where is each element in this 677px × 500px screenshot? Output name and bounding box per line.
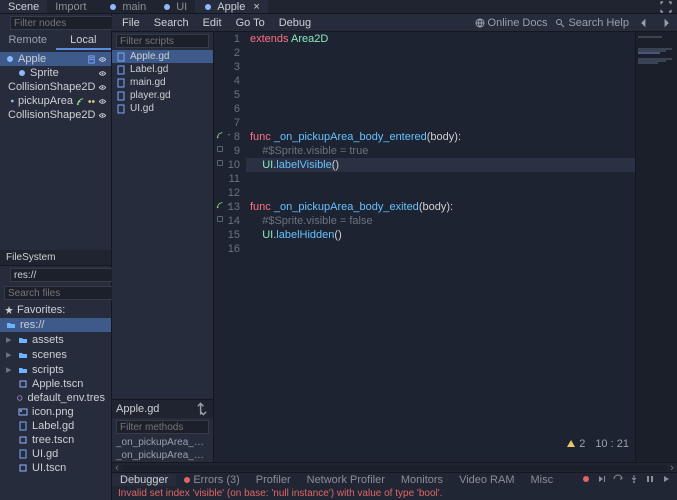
dock-tab-import[interactable]: Import xyxy=(47,0,94,13)
code-line[interactable]: 10 UI.labelVisible() xyxy=(214,158,635,172)
search-help-link[interactable]: Search Help xyxy=(555,17,629,29)
code-line[interactable]: 3 xyxy=(214,60,635,74)
tab-network[interactable]: Network Profiler xyxy=(299,474,393,486)
fs-item[interactable]: icon.png xyxy=(0,405,111,419)
fs-item[interactable]: default_env.tres xyxy=(0,391,111,405)
code-line[interactable]: 14 #$Sprite.visible = false xyxy=(214,214,635,228)
warnings-badge[interactable]: 2 xyxy=(566,438,585,450)
local-tab[interactable]: Local xyxy=(56,32,112,50)
tab-vram[interactable]: Video RAM xyxy=(451,474,522,486)
tree-node[interactable]: Sprite xyxy=(0,66,111,80)
method-item[interactable]: _on_pickupArea_body_entered xyxy=(112,436,213,449)
script-item[interactable]: UI.gd xyxy=(112,102,213,115)
fs-item[interactable]: ▸scenes xyxy=(0,347,111,362)
error-message: Invalid set index 'visible' (on base: 'n… xyxy=(112,487,677,500)
hscrollbar[interactable]: ‹ › xyxy=(112,462,677,472)
scene-tab[interactable]: main xyxy=(100,0,154,13)
open-scene-tabs: Scene Import mainUIApple × xyxy=(0,0,677,14)
script-item[interactable]: Apple.gd xyxy=(112,50,213,63)
online-docs-link[interactable]: Online Docs xyxy=(475,17,548,29)
filesystem-tab[interactable]: FileSystem xyxy=(0,250,111,266)
current-script-label: Apple.gd xyxy=(112,399,213,418)
script-list: Apple.gdLabel.gdmain.gdplayer.gdUI.gd xyxy=(112,50,213,115)
code-status: 2 10 : 21 xyxy=(566,438,629,450)
nav-back-icon[interactable] xyxy=(637,16,651,30)
skip-break-icon[interactable] xyxy=(597,474,607,487)
method-list: _on_pickupArea_body_entered_on_pickupAre… xyxy=(112,436,213,462)
dock-left-tabs: Scene Import xyxy=(0,0,94,13)
fs-item[interactable]: ▸scripts xyxy=(0,362,111,377)
code-editor[interactable]: 1extends Area2D2345678func _on_pickupAre… xyxy=(214,32,635,462)
code-line[interactable]: 16 xyxy=(214,242,635,256)
fs-item[interactable]: UI.tscn xyxy=(0,461,111,475)
menu-file[interactable]: File xyxy=(116,17,146,29)
dock-tab-scene[interactable]: Scene xyxy=(0,0,47,13)
fs-item-list: ▸assets▸scenes▸scriptsApple.tscndefault_… xyxy=(0,332,111,475)
node-label: pickupArea xyxy=(18,95,73,107)
scene-toolbar xyxy=(0,14,111,32)
distraction-free-icon[interactable] xyxy=(659,0,673,14)
code-line[interactable]: 5 xyxy=(214,88,635,102)
code-line[interactable]: 4 xyxy=(214,74,635,88)
tree-node[interactable]: CollisionShape2D xyxy=(0,80,111,94)
node-label: CollisionShape2D xyxy=(8,81,95,93)
tab-monitors[interactable]: Monitors xyxy=(393,474,451,486)
tree-node[interactable]: Apple xyxy=(0,52,111,66)
node-label: Sprite xyxy=(30,67,59,79)
code-line[interactable]: 11 xyxy=(214,172,635,186)
step-into-icon[interactable] xyxy=(629,474,639,487)
tab-errors[interactable]: Errors (3) xyxy=(176,474,247,486)
script-item[interactable]: main.gd xyxy=(112,76,213,89)
fs-root[interactable]: res:// xyxy=(0,318,111,332)
pause-icon[interactable] xyxy=(645,474,655,487)
scene-tree: Apple Sprite CollisionShape2D pickupArea Col… xyxy=(0,50,111,250)
code-line[interactable]: 9 #$Sprite.visible = true xyxy=(214,144,635,158)
node-label: Apple xyxy=(18,53,46,65)
menu-goto[interactable]: Go To xyxy=(230,17,271,29)
scene-tab[interactable]: Apple × xyxy=(195,0,268,13)
step-over-icon[interactable] xyxy=(613,474,623,487)
code-line[interactable]: 1extends Area2D xyxy=(214,32,635,46)
fs-item[interactable]: Apple.tscn xyxy=(0,377,111,391)
favorites-label: Favorites: xyxy=(0,302,111,318)
filter-methods-input[interactable] xyxy=(116,420,209,434)
menu-search[interactable]: Search xyxy=(148,17,195,29)
code-line[interactable]: 7 xyxy=(214,116,635,130)
code-line[interactable]: 15 UI.labelHidden() xyxy=(214,228,635,242)
bottom-panel: Debugger Errors (3) Profiler Network Pro… xyxy=(112,472,677,500)
menu-debug[interactable]: Debug xyxy=(273,17,317,29)
tab-debugger[interactable]: Debugger xyxy=(112,474,176,486)
script-item[interactable]: player.gd xyxy=(112,89,213,102)
code-line[interactable]: 6 xyxy=(214,102,635,116)
fs-item[interactable]: UI.gd xyxy=(0,447,111,461)
remote-tab[interactable]: Remote xyxy=(0,32,56,50)
close-icon: × xyxy=(253,1,259,13)
script-menu-bar: File Search Edit Go To Debug Online Docs… xyxy=(112,14,677,32)
tab-misc[interactable]: Misc xyxy=(523,474,562,486)
tab-profiler[interactable]: Profiler xyxy=(248,474,299,486)
code-line[interactable]: 13func _on_pickupArea_body_exited(body): xyxy=(214,200,635,214)
fs-item[interactable]: ▸assets xyxy=(0,332,111,347)
scene-tab[interactable]: UI xyxy=(154,0,195,13)
code-line[interactable]: 8func _on_pickupArea_body_entered(body): xyxy=(214,130,635,144)
script-list-panel: Apple.gdLabel.gdmain.gdplayer.gdUI.gd Ap… xyxy=(112,32,214,462)
script-item[interactable]: Label.gd xyxy=(112,63,213,76)
tree-node[interactable]: pickupArea xyxy=(0,94,111,108)
filter-scripts-input[interactable] xyxy=(116,34,209,48)
continue-icon[interactable] xyxy=(661,474,671,487)
code-line[interactable]: 2 xyxy=(214,46,635,60)
sort-icon[interactable] xyxy=(195,402,209,416)
nav-fwd-icon[interactable] xyxy=(659,16,673,30)
fs-item[interactable]: tree.tscn xyxy=(0,433,111,447)
minimap[interactable] xyxy=(635,32,677,462)
fs-item[interactable]: Label.gd xyxy=(0,419,111,433)
node-label: CollisionShape2D xyxy=(8,109,95,121)
remote-local-toggle: Remote Local xyxy=(0,32,111,50)
record-icon[interactable] xyxy=(581,474,591,487)
scene-file-tabs: mainUIApple × xyxy=(100,0,267,13)
code-line[interactable]: 12 xyxy=(214,186,635,200)
tree-node[interactable]: CollisionShape2D xyxy=(0,108,111,122)
method-item[interactable]: _on_pickupArea_body_exited xyxy=(112,449,213,462)
menu-edit[interactable]: Edit xyxy=(197,17,228,29)
